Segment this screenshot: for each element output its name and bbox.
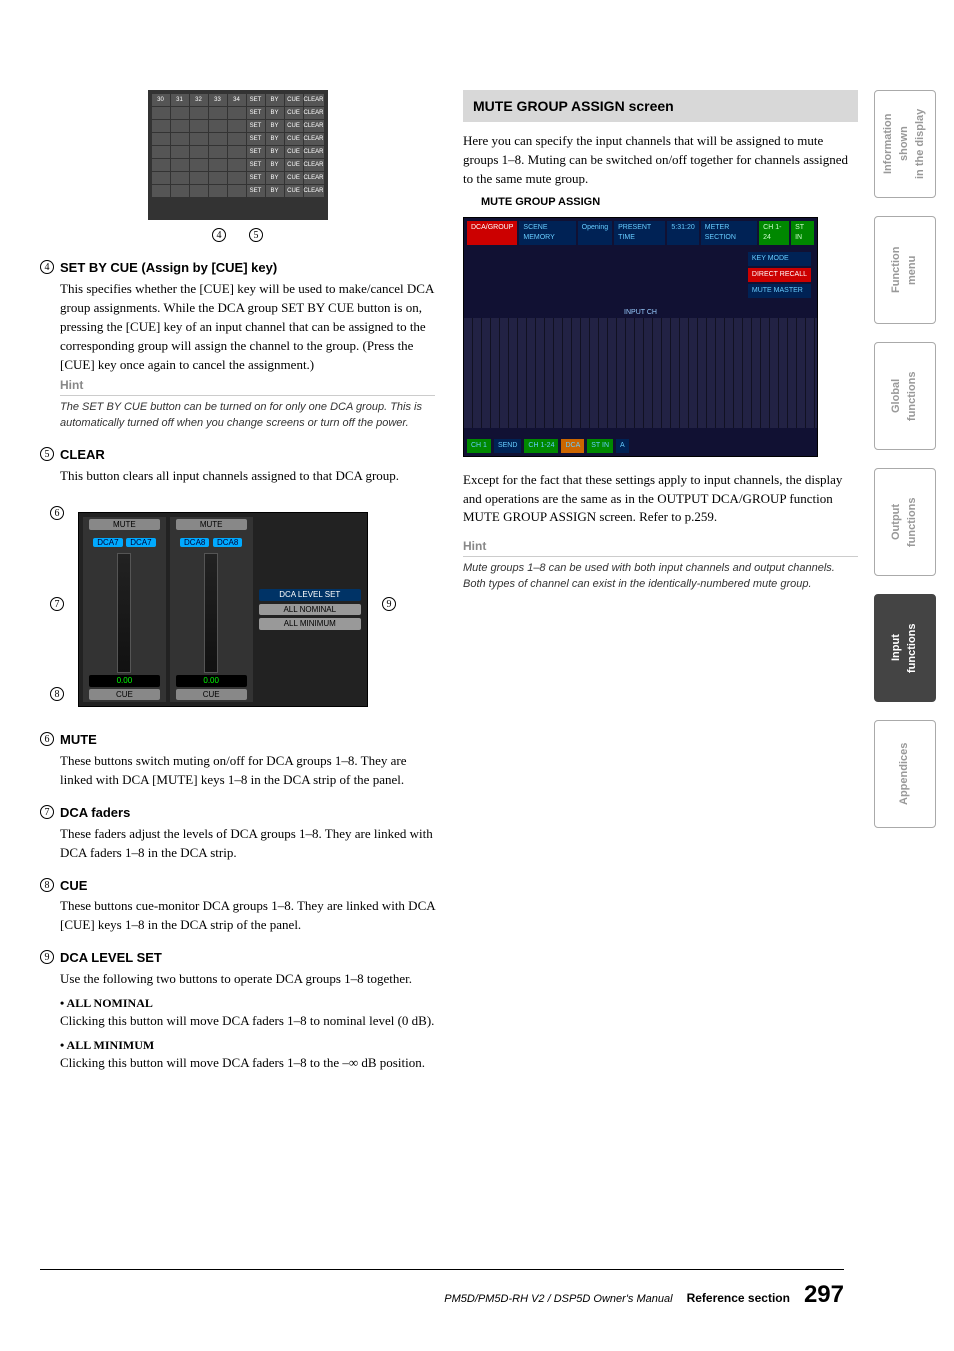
item-8-title: CUE <box>60 877 87 896</box>
item-7-number: 7 <box>40 805 54 819</box>
callout-4: 4 <box>212 228 226 242</box>
mute-button[interactable]: MUTE <box>176 519 247 531</box>
shot-direct-recall: DIRECT RECALL <box>748 268 811 282</box>
grid-set: SET <box>247 94 265 106</box>
grid-col-head: 33 <box>209 94 227 106</box>
grid-by: BY <box>266 94 284 106</box>
shot-opening: Opening <box>578 221 612 245</box>
cue-button[interactable]: CUE <box>176 689 247 701</box>
bullet-all-minimum-head: • ALL MINIMUM <box>60 1037 435 1054</box>
shot-a: A <box>616 439 629 453</box>
page-footer: PM5D/PM5D-RH V2 / DSP5D Owner's Manual R… <box>40 1269 844 1313</box>
all-minimum-button[interactable]: ALL MINIMUM <box>259 618 361 630</box>
item-6-title: MUTE <box>60 731 97 750</box>
grid-clear: CLEAR <box>304 94 324 106</box>
dca7-label: DCA7 <box>93 538 122 547</box>
bullet-all-nominal-body: Clicking this button will move DCA fader… <box>60 1012 435 1031</box>
bullet-all-nominal-head: • ALL NOMINAL <box>60 995 435 1012</box>
footer-page-number: 297 <box>804 1278 844 1313</box>
shot-dca: DCA <box>561 439 584 453</box>
dca-fader[interactable] <box>204 553 218 673</box>
shot-meter-section: METER SECTION <box>701 221 757 245</box>
item-9-number: 9 <box>40 950 54 964</box>
mute-group-assign-screenshot: DCA/GROUP SCENE MEMORY Opening PRESENT T… <box>463 217 818 457</box>
shot-scene-memory: SCENE MEMORY <box>519 221 575 245</box>
cue-button[interactable]: CUE <box>89 689 160 701</box>
shot-send: SEND <box>494 439 521 453</box>
shot-time-value: 5:31:20 <box>667 221 698 245</box>
bullet-all-minimum-body: Clicking this button will move DCA fader… <box>60 1054 435 1073</box>
mute-button[interactable]: MUTE <box>89 519 160 531</box>
shot-ch-1-24: CH 1-24 <box>759 221 789 245</box>
item-4-hint: The SET BY CUE button can be turned on f… <box>60 400 435 432</box>
shot-key-mode: KEY MODE <box>748 252 811 266</box>
tab-info-shown[interactable]: Information shown in the display <box>874 90 936 198</box>
grid-cue: CUE <box>285 94 303 106</box>
callout-7: 7 <box>50 597 64 611</box>
tab-appendices[interactable]: Appendices <box>874 720 936 828</box>
item-8-body: These buttons cue-monitor DCA groups 1–8… <box>60 897 435 935</box>
footer-section: Reference section <box>687 1290 790 1307</box>
callout-5: 5 <box>249 228 263 242</box>
hint-label-right: Hint <box>463 538 486 555</box>
shot-dca-group: DCA/GROUP <box>467 221 517 245</box>
hint-label: Hint <box>60 377 83 394</box>
tab-output-functions[interactable]: Output functions <box>874 468 936 576</box>
set-by-cue-grid-image: 30 31 32 33 34 SET BY CUE CLEAR SETBYCUE… <box>148 90 328 220</box>
item-9-body: Use the following two buttons to operate… <box>60 970 435 989</box>
shot-input-ch: INPUT CH <box>464 308 817 318</box>
item-6-body: These buttons switch muting on/off for D… <box>60 752 435 790</box>
mute-group-assign-heading: MUTE GROUP ASSIGN screen <box>463 90 858 122</box>
item-5-title: CLEAR <box>60 446 105 465</box>
item-4-title: SET BY CUE (Assign by [CUE] key) <box>60 259 277 278</box>
all-nominal-button[interactable]: ALL NOMINAL <box>259 604 361 616</box>
mute-group-intro: Here you can specify the input channels … <box>463 132 858 189</box>
callouts-4-5: 4 5 <box>40 226 435 243</box>
fader-value: 0.00 <box>176 675 247 687</box>
shot-present-time-label: PRESENT TIME <box>614 221 665 245</box>
shot-ch-footer: CH 1-24 <box>524 439 558 453</box>
dca-fader-image: MUTE DCA7 DCA7 0.00 CUE MUTE DCA8 DCA8 0… <box>78 512 368 708</box>
item-9-title: DCA LEVEL SET <box>60 949 162 968</box>
callout-9: 9 <box>382 597 396 611</box>
item-7-title: DCA faders <box>60 804 130 823</box>
item-5-number: 5 <box>40 447 54 461</box>
dca-level-set-title: DCA LEVEL SET <box>259 589 361 601</box>
shot-mute-master: MUTE MASTER <box>748 284 811 298</box>
dca8-label: DCA8 <box>180 538 209 547</box>
shot-ch-1: CH 1 <box>467 439 491 453</box>
grid-col-head: 34 <box>228 94 246 106</box>
item-8-number: 8 <box>40 878 54 892</box>
screenshot-caption: MUTE GROUP ASSIGN <box>481 195 858 211</box>
callout-8: 8 <box>50 687 64 701</box>
item-4-number: 4 <box>40 260 54 274</box>
shot-st-in-footer: ST IN <box>587 439 613 453</box>
tab-function-menu[interactable]: Function menu <box>874 216 936 324</box>
item-4-body: This specifies whether the [CUE] key wil… <box>60 280 435 374</box>
mute-group-para2: Except for the fact that these settings … <box>463 471 858 528</box>
shot-st-in: ST IN <box>791 221 814 245</box>
item-6-number: 6 <box>40 732 54 746</box>
footer-doc-title: PM5D/PM5D-RH V2 / DSP5D Owner's Manual <box>444 1292 672 1308</box>
dca-fader[interactable] <box>117 553 131 673</box>
callout-6: 6 <box>50 506 64 520</box>
item-5-body: This button clears all input channels as… <box>60 467 435 486</box>
fader-value: 0.00 <box>89 675 160 687</box>
item-7-body: These faders adjust the levels of DCA gr… <box>60 825 435 863</box>
grid-col-head: 32 <box>190 94 208 106</box>
grid-col-head: 30 <box>152 94 170 106</box>
grid-col-head: 31 <box>171 94 189 106</box>
mute-group-hint: Mute groups 1–8 can be used with both in… <box>463 561 858 593</box>
tab-input-functions[interactable]: Input functions <box>874 594 936 702</box>
section-tabs: Information shown in the display Functio… <box>874 90 936 828</box>
tab-global-functions[interactable]: Global functions <box>874 342 936 450</box>
